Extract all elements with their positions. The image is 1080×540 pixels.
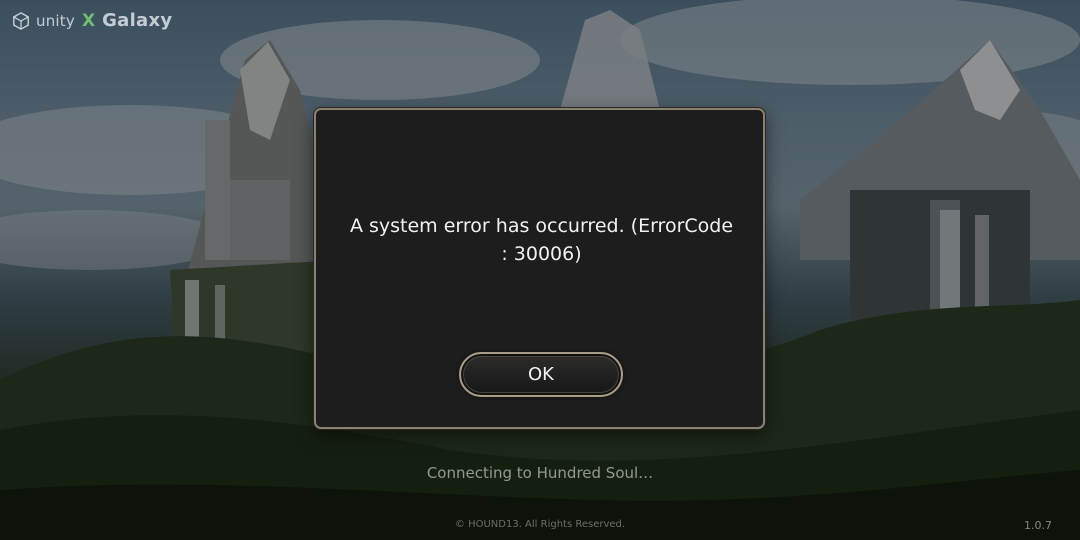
copyright-text: © HOUND13. All Rights Reserved. bbox=[454, 519, 626, 530]
ok-button-label: OK bbox=[528, 364, 554, 385]
galaxy-wordmark: Galaxy bbox=[102, 10, 173, 31]
error-dialog: A system error has occurred. (ErrorCode … bbox=[314, 108, 765, 429]
unity-wordmark: unity bbox=[36, 11, 75, 30]
connection-status-text: Connecting to Hundred Soul… bbox=[426, 464, 654, 482]
unity-cube-icon bbox=[13, 11, 29, 30]
game-loading-screen: unity X Galaxy A system error has occurr… bbox=[0, 0, 1080, 540]
unity-galaxy-logo: unity X Galaxy bbox=[12, 10, 172, 31]
version-label: 1.0.7 bbox=[1024, 519, 1052, 532]
error-message: A system error has occurred. (ErrorCode … bbox=[349, 215, 734, 265]
brand-separator: X bbox=[81, 10, 96, 31]
ok-button[interactable]: OK bbox=[459, 352, 623, 397]
